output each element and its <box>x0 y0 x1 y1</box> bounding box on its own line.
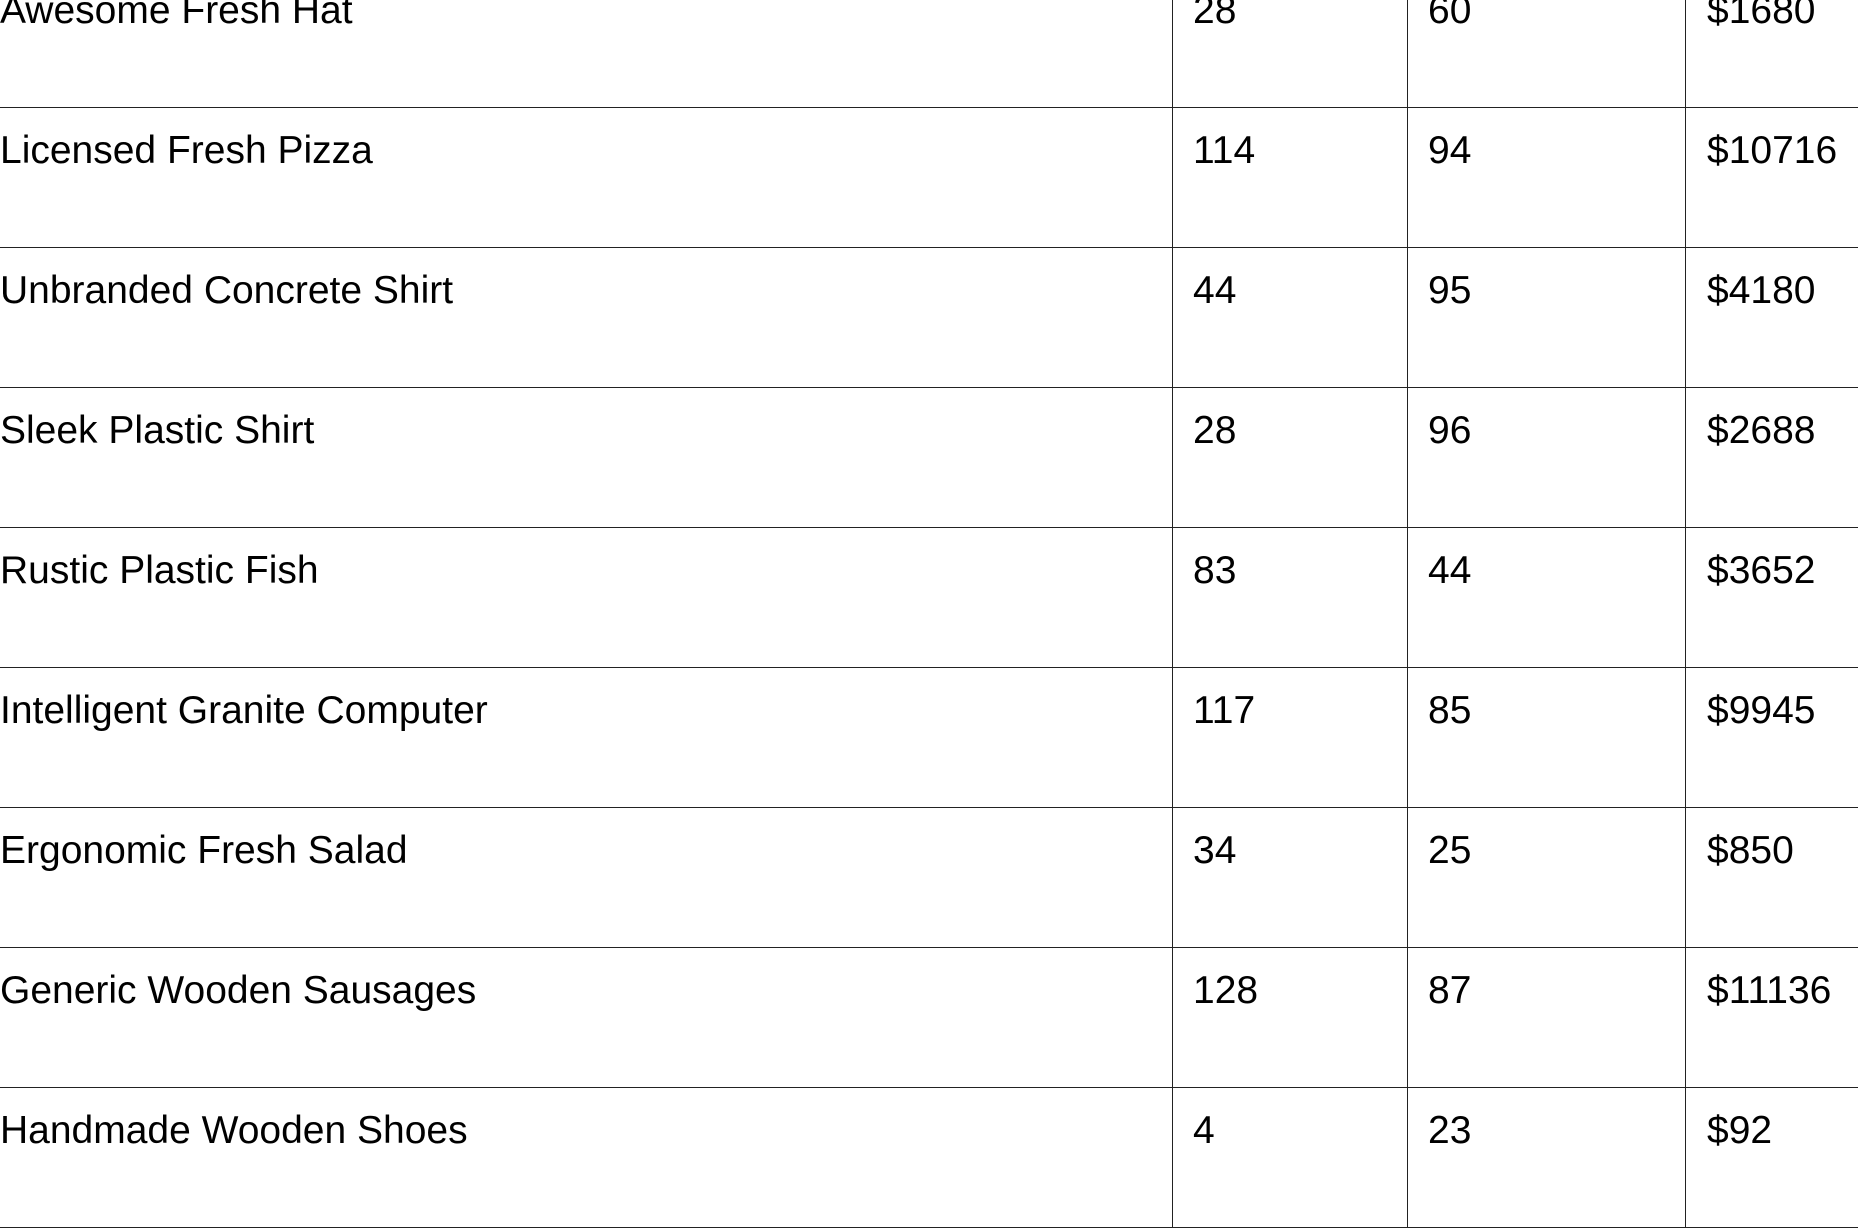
quantity: 114 <box>1173 108 1407 170</box>
table-row: Licensed Fresh Pizza 114 94 $10716 <box>0 108 1858 248</box>
product-name: Ergonomic Fresh Salad <box>0 808 1172 870</box>
unit-price-cell: 85 <box>1408 668 1686 808</box>
unit-price-cell: 23 <box>1408 1088 1686 1228</box>
table-row: Sleek Plastic Shirt 28 96 $2688 <box>0 388 1858 528</box>
unit-price: 85 <box>1408 668 1685 730</box>
unit-price: 23 <box>1408 1088 1685 1150</box>
table-row: Generic Wooden Sausages 128 87 $11136 <box>0 948 1858 1088</box>
product-name: Rustic Plastic Fish <box>0 528 1172 590</box>
unit-price: 60 <box>1408 0 1685 30</box>
quantity: 28 <box>1173 0 1407 30</box>
unit-price-cell: 96 <box>1408 388 1686 528</box>
quantity-cell: 117 <box>1173 668 1408 808</box>
product-name: Intelligent Granite Computer <box>0 668 1172 730</box>
total-cell: $1680 <box>1686 0 1858 108</box>
unit-price: 87 <box>1408 948 1685 1010</box>
product-name: Generic Wooden Sausages <box>0 948 1172 1010</box>
table-row: Unbranded Concrete Shirt 44 95 $4180 <box>0 248 1858 388</box>
total-amount: $2688 <box>1686 388 1858 450</box>
product-name-cell: Handmade Wooden Shoes <box>0 1088 1173 1228</box>
quantity-cell: 83 <box>1173 528 1408 668</box>
quantity-cell: 28 <box>1173 388 1408 528</box>
unit-price-cell: 25 <box>1408 808 1686 948</box>
quantity-cell: 44 <box>1173 248 1408 388</box>
total-cell: $11136 <box>1686 948 1858 1088</box>
product-name-cell: Awesome Fresh Hat <box>0 0 1173 108</box>
product-name-cell: Intelligent Granite Computer <box>0 668 1173 808</box>
table-row: Ergonomic Fresh Salad 34 25 $850 <box>0 808 1858 948</box>
total-amount: $850 <box>1686 808 1858 870</box>
total-cell: $850 <box>1686 808 1858 948</box>
unit-price: 94 <box>1408 108 1685 170</box>
quantity: 117 <box>1173 668 1407 730</box>
product-name: Awesome Fresh Hat <box>0 0 1172 30</box>
total-cell: $3652 <box>1686 528 1858 668</box>
quantity: 44 <box>1173 248 1407 310</box>
total-cell: $4180 <box>1686 248 1858 388</box>
quantity-cell: 28 <box>1173 0 1408 108</box>
quantity-cell: 114 <box>1173 108 1408 248</box>
quantity-cell: 128 <box>1173 948 1408 1088</box>
total-cell: $2688 <box>1686 388 1858 528</box>
total-amount: $4180 <box>1686 248 1858 310</box>
total-cell: $10716 <box>1686 108 1858 248</box>
total-amount: $9945 <box>1686 668 1858 730</box>
product-table-body: Awesome Fresh Hat 28 60 $1680 Licensed F… <box>0 0 1858 1228</box>
product-name-cell: Sleek Plastic Shirt <box>0 388 1173 528</box>
product-name-cell: Rustic Plastic Fish <box>0 528 1173 668</box>
total-amount: $10716 <box>1686 108 1858 170</box>
quantity-cell: 34 <box>1173 808 1408 948</box>
total-cell: $9945 <box>1686 668 1858 808</box>
product-name-cell: Licensed Fresh Pizza <box>0 108 1173 248</box>
table-row: Awesome Fresh Hat 28 60 $1680 <box>0 0 1858 108</box>
total-cell: $92 <box>1686 1088 1858 1228</box>
unit-price-cell: 94 <box>1408 108 1686 248</box>
quantity: 128 <box>1173 948 1407 1010</box>
product-name: Handmade Wooden Shoes <box>0 1088 1172 1150</box>
table-row: Handmade Wooden Shoes 4 23 $92 <box>0 1088 1858 1228</box>
product-name-cell: Unbranded Concrete Shirt <box>0 248 1173 388</box>
table-row: Rustic Plastic Fish 83 44 $3652 <box>0 528 1858 668</box>
product-name: Licensed Fresh Pizza <box>0 108 1172 170</box>
product-table: Awesome Fresh Hat 28 60 $1680 Licensed F… <box>0 0 1858 1228</box>
product-table-sheet: Awesome Fresh Hat 28 60 $1680 Licensed F… <box>0 0 1858 1156</box>
total-amount: $92 <box>1686 1088 1858 1150</box>
product-name-cell: Generic Wooden Sausages <box>0 948 1173 1088</box>
quantity: 83 <box>1173 528 1407 590</box>
total-amount: $11136 <box>1686 948 1858 1010</box>
unit-price-cell: 87 <box>1408 948 1686 1088</box>
product-name-cell: Ergonomic Fresh Salad <box>0 808 1173 948</box>
unit-price: 25 <box>1408 808 1685 870</box>
unit-price: 44 <box>1408 528 1685 590</box>
product-name: Sleek Plastic Shirt <box>0 388 1172 450</box>
total-amount: $1680 <box>1686 0 1858 30</box>
unit-price-cell: 95 <box>1408 248 1686 388</box>
quantity-cell: 4 <box>1173 1088 1408 1228</box>
table-row: Intelligent Granite Computer 117 85 $994… <box>0 668 1858 808</box>
unit-price-cell: 60 <box>1408 0 1686 108</box>
product-name: Unbranded Concrete Shirt <box>0 248 1172 310</box>
quantity: 28 <box>1173 388 1407 450</box>
unit-price: 96 <box>1408 388 1685 450</box>
quantity: 34 <box>1173 808 1407 870</box>
unit-price: 95 <box>1408 248 1685 310</box>
quantity: 4 <box>1173 1088 1407 1150</box>
total-amount: $3652 <box>1686 528 1858 590</box>
unit-price-cell: 44 <box>1408 528 1686 668</box>
